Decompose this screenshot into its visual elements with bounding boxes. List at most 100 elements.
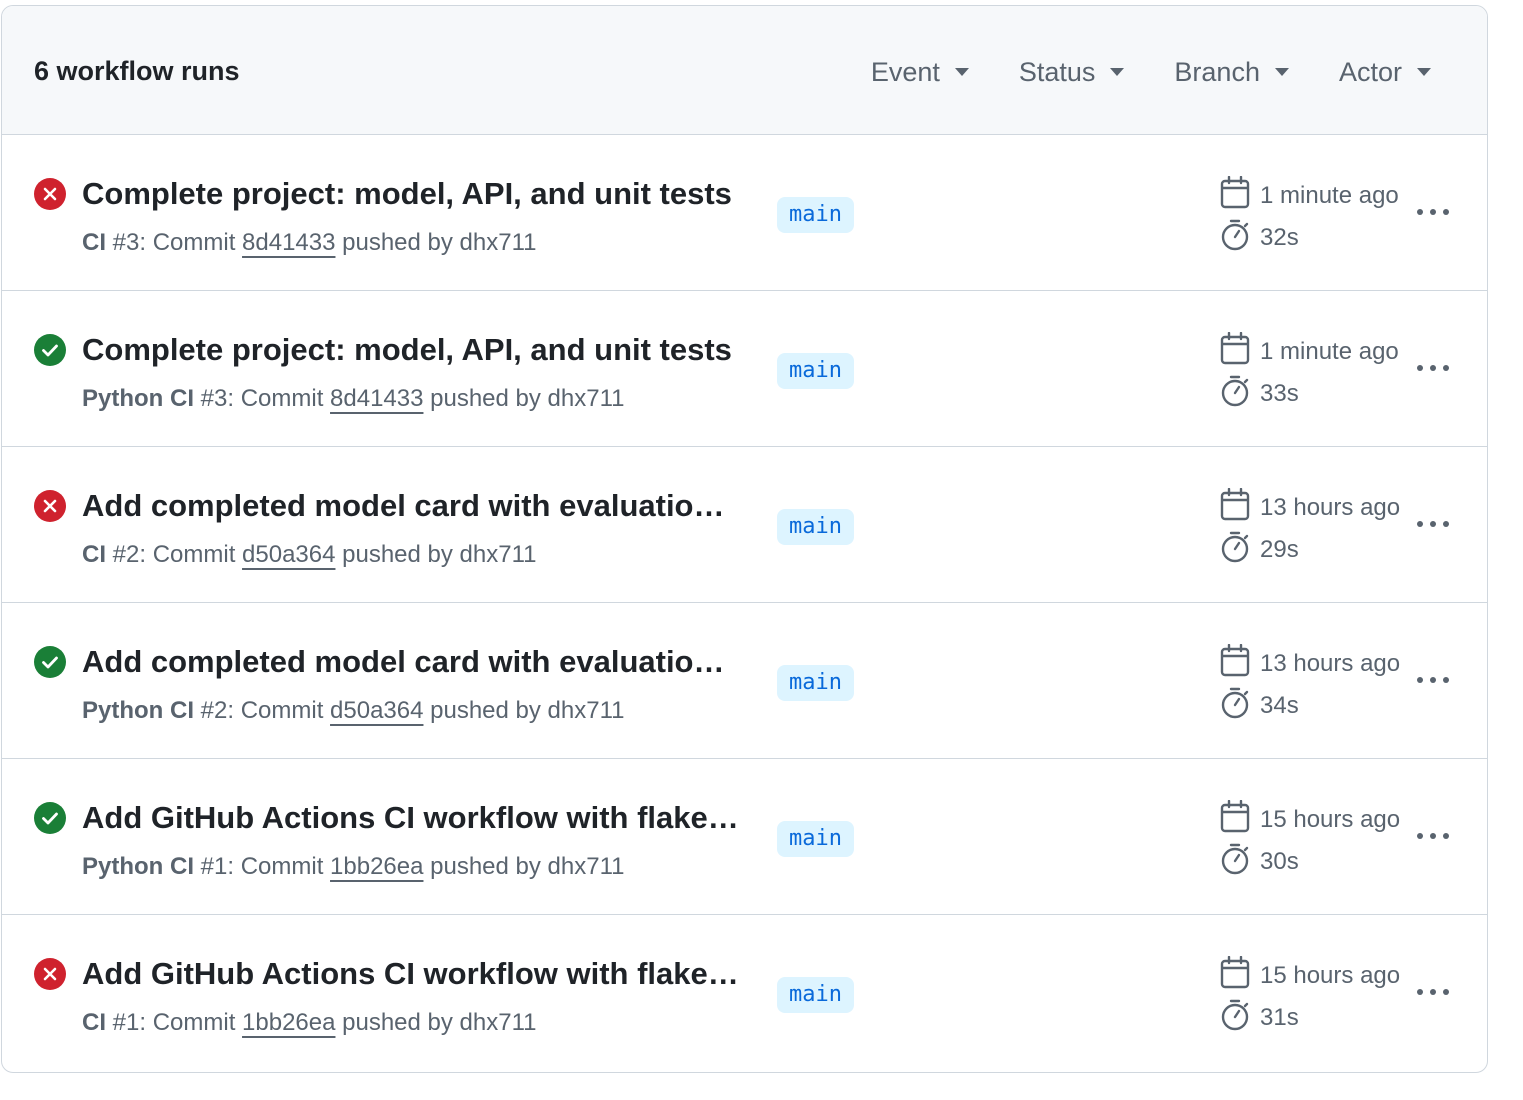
commit-sha-link[interactable]: 1bb26ea bbox=[330, 853, 423, 880]
workflow-runs-count: 6 workflow runs bbox=[34, 56, 240, 86]
check-circle-icon bbox=[34, 802, 66, 834]
run-time-ago: 1 minute ago bbox=[1260, 338, 1399, 365]
run-timing: 15 hours ago 31s bbox=[1220, 955, 1401, 1043]
x-circle-icon bbox=[34, 958, 66, 990]
filter-branch-dropdown[interactable]: Branch bbox=[1174, 56, 1289, 88]
run-title-link[interactable]: Add GitHub Actions CI workflow with flak… bbox=[82, 955, 742, 993]
run-meta: Python CI #1: Commit 1bb26ea pushed by d… bbox=[82, 852, 625, 882]
kebab-menu-icon[interactable] bbox=[1412, 505, 1454, 543]
run-number: #1: Commit bbox=[106, 1009, 243, 1036]
run-number: #2: Commit bbox=[194, 697, 331, 724]
workflow-runs-box: 6 workflow runs Event Status Branch Acto… bbox=[1, 5, 1488, 1073]
commit-sha-link[interactable]: d50a364 bbox=[242, 541, 335, 568]
filter-status-dropdown[interactable]: Status bbox=[1019, 56, 1125, 88]
run-timing: 1 minute ago 32s bbox=[1220, 175, 1399, 263]
workflow-name: Python CI bbox=[82, 385, 194, 412]
run-started: 1 minute ago bbox=[1220, 331, 1399, 369]
workflow-run-row[interactable]: Add completed model card with evaluation… bbox=[2, 447, 1487, 603]
caret-down-icon bbox=[1417, 68, 1431, 76]
commit-sha-link[interactable]: d50a364 bbox=[330, 697, 423, 724]
kebab-menu-icon[interactable] bbox=[1412, 817, 1454, 855]
workflow-run-row[interactable]: Add completed model card with evaluation… bbox=[2, 603, 1487, 759]
run-timing: 13 hours ago 34s bbox=[1220, 643, 1400, 731]
check-circle-icon bbox=[34, 334, 66, 366]
kebab-menu-icon[interactable] bbox=[1412, 193, 1454, 231]
run-title-link[interactable]: Add completed model card with evaluation… bbox=[82, 643, 742, 681]
commit-sha-link[interactable]: 8d41433 bbox=[242, 229, 335, 256]
pushed-by-text: pushed by dhx711 bbox=[335, 541, 537, 568]
branch-badge[interactable]: main bbox=[777, 353, 854, 389]
workflow-run-row[interactable]: Complete project: model, API, and unit t… bbox=[2, 135, 1487, 291]
stopwatch-icon bbox=[1220, 530, 1250, 571]
kebab-menu-icon[interactable] bbox=[1412, 973, 1454, 1011]
branch-badge[interactable]: main bbox=[777, 509, 854, 545]
run-title-link[interactable]: Add GitHub Actions CI workflow with flak… bbox=[82, 799, 742, 837]
run-meta: CI #3: Commit 8d41433 pushed by dhx711 bbox=[82, 228, 537, 258]
run-number: #3: Commit bbox=[194, 385, 331, 412]
workflow-run-row[interactable]: Add GitHub Actions CI workflow with flak… bbox=[2, 915, 1487, 1070]
stopwatch-icon bbox=[1220, 686, 1250, 727]
run-time-ago: 13 hours ago bbox=[1260, 494, 1401, 521]
run-duration: 34s bbox=[1220, 687, 1400, 723]
run-started: 15 hours ago bbox=[1220, 799, 1400, 837]
calendar-icon bbox=[1220, 331, 1250, 373]
run-duration: 31s bbox=[1220, 999, 1400, 1035]
x-circle-icon bbox=[34, 490, 66, 522]
pushed-by-text: pushed by dhx711 bbox=[423, 853, 625, 880]
run-duration-value: 30s bbox=[1260, 848, 1299, 875]
run-time-ago: 15 hours ago bbox=[1260, 962, 1401, 989]
kebab-menu-icon[interactable] bbox=[1412, 661, 1454, 699]
run-number: #1: Commit bbox=[194, 853, 331, 880]
calendar-icon bbox=[1220, 955, 1250, 997]
pushed-by-text: pushed by dhx711 bbox=[335, 229, 537, 256]
run-duration-value: 32s bbox=[1260, 224, 1299, 251]
calendar-icon bbox=[1220, 799, 1250, 841]
run-meta: CI #1: Commit 1bb26ea pushed by dhx711 bbox=[82, 1008, 537, 1038]
stopwatch-icon bbox=[1220, 374, 1250, 415]
branch-badge[interactable]: main bbox=[777, 197, 854, 233]
workflow-name: Python CI bbox=[82, 697, 194, 724]
workflow-run-row[interactable]: Complete project: model, API, and unit t… bbox=[2, 291, 1487, 447]
caret-down-icon bbox=[1110, 68, 1125, 76]
run-timing: 1 minute ago 33s bbox=[1220, 331, 1399, 419]
run-timing: 13 hours ago 29s bbox=[1220, 487, 1401, 575]
run-started: 1 minute ago bbox=[1220, 175, 1399, 213]
filter-event-label: Event bbox=[870, 57, 940, 87]
workflow-runs-list: Complete project: model, API, and unit t… bbox=[2, 135, 1487, 1070]
branch-badge[interactable]: main bbox=[777, 665, 854, 701]
kebab-menu-icon[interactable] bbox=[1412, 349, 1454, 387]
filter-actor-label: Actor bbox=[1338, 57, 1402, 87]
x-circle-icon bbox=[34, 178, 66, 210]
workflow-name: CI bbox=[82, 541, 106, 568]
run-duration: 29s bbox=[1220, 531, 1400, 567]
branch-badge[interactable]: main bbox=[777, 977, 854, 1013]
run-duration: 30s bbox=[1220, 843, 1400, 879]
run-number: #2: Commit bbox=[106, 541, 243, 568]
run-meta: Python CI #2: Commit d50a364 pushed by d… bbox=[82, 696, 625, 726]
workflow-run-row[interactable]: Add GitHub Actions CI workflow with flak… bbox=[2, 759, 1487, 915]
run-started: 13 hours ago bbox=[1220, 487, 1401, 525]
filter-actor-dropdown[interactable]: Actor bbox=[1339, 56, 1431, 88]
calendar-icon bbox=[1220, 175, 1250, 217]
workflow-runs-header: 6 workflow runs Event Status Branch Acto… bbox=[2, 6, 1487, 135]
run-title-link[interactable]: Complete project: model, API, and unit t… bbox=[82, 331, 742, 369]
run-title-link[interactable]: Add completed model card with evaluation… bbox=[82, 487, 742, 525]
commit-sha-link[interactable]: 1bb26ea bbox=[242, 1009, 335, 1036]
run-meta: Python CI #3: Commit 8d41433 pushed by d… bbox=[82, 384, 625, 414]
run-started: 15 hours ago bbox=[1220, 955, 1401, 993]
run-started: 13 hours ago bbox=[1220, 643, 1400, 681]
run-duration-value: 29s bbox=[1260, 536, 1299, 563]
filter-event-dropdown[interactable]: Event bbox=[871, 56, 969, 88]
check-circle-icon bbox=[34, 646, 66, 678]
run-duration-value: 31s bbox=[1260, 1004, 1299, 1031]
run-title-link[interactable]: Complete project: model, API, and unit t… bbox=[82, 175, 742, 213]
commit-sha-link[interactable]: 8d41433 bbox=[330, 385, 423, 412]
filter-status-label: Status bbox=[1018, 57, 1096, 87]
pushed-by-text: pushed by dhx711 bbox=[423, 697, 625, 724]
calendar-icon bbox=[1220, 643, 1250, 685]
run-number: #3: Commit bbox=[106, 229, 243, 256]
run-duration: 32s bbox=[1220, 219, 1399, 255]
branch-badge[interactable]: main bbox=[777, 821, 854, 857]
stopwatch-icon bbox=[1220, 998, 1250, 1039]
run-duration-value: 34s bbox=[1260, 692, 1299, 719]
